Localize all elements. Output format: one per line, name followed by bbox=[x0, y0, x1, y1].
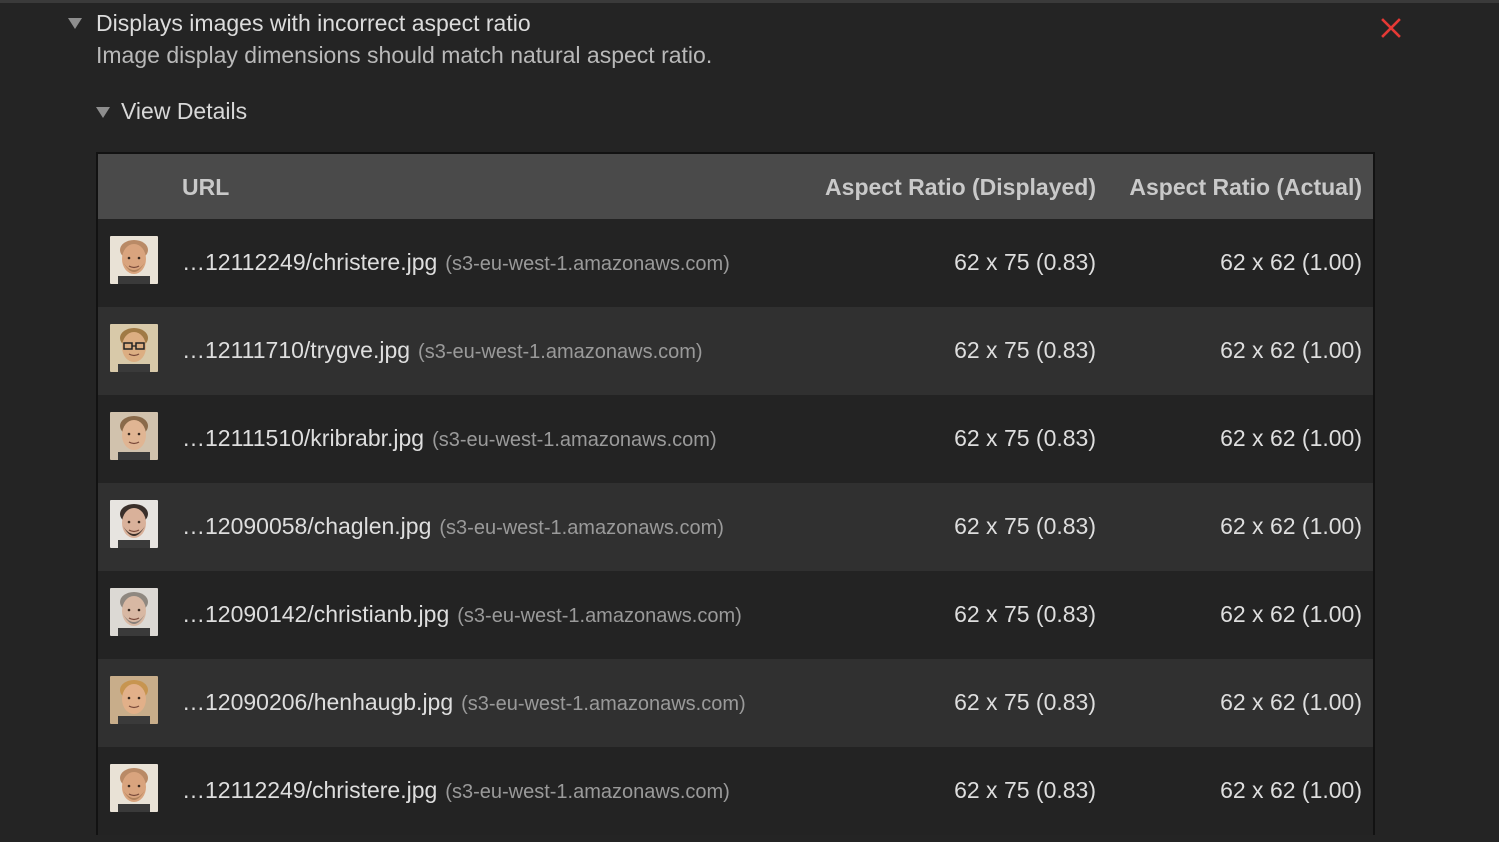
header-url: URL bbox=[182, 174, 230, 200]
url-host: (s3-eu-west-1.amazonaws.com) bbox=[439, 517, 724, 539]
image-url-link[interactable]: …12111510/kribrabr.jpg (s3-eu-west-1.amaz… bbox=[182, 425, 717, 452]
image-url-link[interactable]: …12090206/henhaugb.jpg (s3-eu-west-1.amaz… bbox=[182, 689, 746, 716]
url-path: …12111710/trygve.jpg bbox=[182, 337, 411, 363]
table-row: …12090142/christianb.jpg (s3-eu-west-1.am… bbox=[98, 571, 1373, 659]
image-url-link[interactable]: …12090058/chaglen.jpg (s3-eu-west-1.amazo… bbox=[182, 513, 724, 540]
url-path: …12090206/henhaugb.jpg bbox=[182, 689, 454, 715]
table-row: …12090058/chaglen.jpg (s3-eu-west-1.amazo… bbox=[98, 483, 1373, 571]
audit-title[interactable]: Displays images with incorrect aspect ra… bbox=[96, 10, 531, 37]
table-header: URL Aspect Ratio (Displayed) Aspect Rati… bbox=[98, 154, 1373, 219]
aspect-ratio-displayed: 62 x 75 (0.83) bbox=[954, 777, 1096, 803]
aspect-ratio-displayed: 62 x 75 (0.83) bbox=[954, 337, 1096, 363]
details-triangle-icon bbox=[96, 107, 110, 118]
table-row: …12111710/trygve.jpg (s3-eu-west-1.amazon… bbox=[98, 307, 1373, 395]
header-aspect-actual: Aspect Ratio (Actual) bbox=[1129, 174, 1362, 200]
header-aspect-displayed: Aspect Ratio (Displayed) bbox=[825, 174, 1096, 200]
thumbnail-avatar bbox=[110, 324, 158, 372]
image-url-link[interactable]: …12111710/trygve.jpg (s3-eu-west-1.amazon… bbox=[182, 337, 703, 364]
aspect-ratio-actual: 62 x 62 (1.00) bbox=[1220, 777, 1362, 803]
table-row: …12112249/christere.jpg (s3-eu-west-1.ama… bbox=[98, 219, 1373, 307]
url-path: …12112249/christere.jpg bbox=[182, 777, 438, 803]
aspect-ratio-displayed: 62 x 75 (0.83) bbox=[954, 425, 1096, 451]
image-url-link[interactable]: …12112249/christere.jpg (s3-eu-west-1.ama… bbox=[182, 777, 730, 804]
url-path: …12090058/chaglen.jpg bbox=[182, 513, 432, 539]
url-path: …12090142/christianb.jpg bbox=[182, 601, 450, 627]
aspect-ratio-actual: 62 x 62 (1.00) bbox=[1220, 513, 1362, 539]
aspect-ratio-actual: 62 x 62 (1.00) bbox=[1220, 601, 1362, 627]
url-host: (s3-eu-west-1.amazonaws.com) bbox=[461, 693, 746, 715]
collapse-toggle-icon[interactable] bbox=[68, 18, 82, 29]
aspect-ratio-actual: 62 x 62 (1.00) bbox=[1220, 425, 1362, 451]
url-host: (s3-eu-west-1.amazonaws.com) bbox=[418, 341, 703, 363]
aspect-ratio-actual: 62 x 62 (1.00) bbox=[1220, 689, 1362, 715]
thumbnail-avatar bbox=[110, 588, 158, 636]
fail-x-icon bbox=[1381, 18, 1401, 38]
thumbnail-avatar bbox=[110, 676, 158, 724]
table-row: …12111510/kribrabr.jpg (s3-eu-west-1.amaz… bbox=[98, 395, 1373, 483]
table-row: …12112249/christere.jpg (s3-eu-west-1.ama… bbox=[98, 747, 1373, 835]
table-body: …12112249/christere.jpg (s3-eu-west-1.ama… bbox=[98, 219, 1373, 835]
aspect-ratio-displayed: 62 x 75 (0.83) bbox=[954, 689, 1096, 715]
url-host: (s3-eu-west-1.amazonaws.com) bbox=[432, 429, 717, 451]
image-url-link[interactable]: …12112249/christere.jpg (s3-eu-west-1.ama… bbox=[182, 249, 730, 276]
thumbnail-avatar bbox=[110, 500, 158, 548]
url-host: (s3-eu-west-1.amazonaws.com) bbox=[445, 781, 730, 803]
url-path: …12112249/christere.jpg bbox=[182, 249, 438, 275]
url-path: …12111510/kribrabr.jpg bbox=[182, 425, 425, 451]
aspect-ratio-actual: 62 x 62 (1.00) bbox=[1220, 337, 1362, 363]
table-row: …12090206/henhaugb.jpg (s3-eu-west-1.amaz… bbox=[98, 659, 1373, 747]
url-host: (s3-eu-west-1.amazonaws.com) bbox=[445, 253, 730, 275]
thumbnail-avatar bbox=[110, 236, 158, 284]
details-table: URL Aspect Ratio (Displayed) Aspect Rati… bbox=[96, 152, 1375, 835]
audit-description: Image display dimensions should match na… bbox=[96, 42, 713, 68]
url-host: (s3-eu-west-1.amazonaws.com) bbox=[457, 605, 742, 627]
thumbnail-avatar bbox=[110, 764, 158, 812]
view-details-label: View Details bbox=[121, 98, 248, 124]
aspect-ratio-actual: 62 x 62 (1.00) bbox=[1220, 249, 1362, 275]
top-divider bbox=[0, 0, 1499, 3]
image-url-link[interactable]: …12090142/christianb.jpg (s3-eu-west-1.am… bbox=[182, 601, 742, 628]
aspect-ratio-displayed: 62 x 75 (0.83) bbox=[954, 513, 1096, 539]
thumbnail-avatar bbox=[110, 412, 158, 460]
aspect-ratio-displayed: 62 x 75 (0.83) bbox=[954, 249, 1096, 275]
aspect-ratio-displayed: 62 x 75 (0.83) bbox=[954, 601, 1096, 627]
